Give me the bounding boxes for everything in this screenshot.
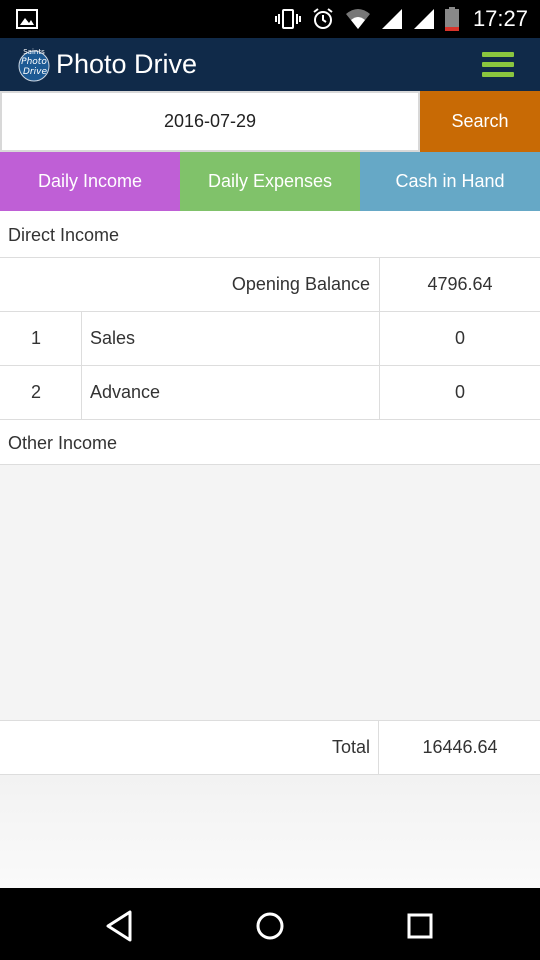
svg-text:Saints: Saints [23,48,45,56]
date-input[interactable] [0,91,420,152]
divider [81,366,82,419]
opening-balance-value: 4796.64 [427,274,493,294]
status-time: 17:27 [472,6,528,31]
row-number: 2 [30,382,41,402]
tab-daily-income[interactable]: Daily Income [0,152,180,211]
row-number: 1 [30,328,41,348]
row-amount: 0 [454,382,465,402]
hamburger-menu-icon[interactable] [482,52,514,77]
svg-text:Drive: Drive [23,67,47,77]
direct-income-heading: Direct Income [8,225,120,245]
vibrate-icon [274,9,301,29]
table-row: 2 Advance 0 [0,366,540,420]
direct-income-section: Direct Income [0,211,540,258]
opening-balance-row: Opening Balance 4796.64 [0,258,540,312]
row-name: Sales [90,328,136,348]
navigation-bar [0,888,540,960]
content-footer [0,775,540,888]
row-amount: 0 [454,328,465,348]
row-name: Advance [90,382,161,402]
battery-icon [444,7,459,31]
total-label: Total [331,737,370,757]
wifi-icon [345,9,370,29]
app-bar: Saints Photo Drive Photo Drive [0,38,540,91]
svg-text:Photo: Photo [21,57,47,67]
total-value: 16446.64 [422,737,498,757]
divider [378,721,379,774]
total-row: Total 16446.64 [0,721,540,775]
search-button[interactable]: Search [420,91,540,152]
table-row: 1 Sales 0 [0,312,540,366]
alarm-icon [313,8,333,29]
status-bar: 17:27 [0,0,540,38]
back-icon[interactable] [100,906,140,946]
other-income-heading: Other Income [8,433,118,453]
other-income-section: Other Income [0,420,540,465]
tab-cash-in-hand[interactable]: Cash in Hand [360,152,540,211]
home-icon[interactable] [250,906,290,946]
search-row: Search [0,91,540,152]
app-title: Photo Drive [56,49,198,79]
gallery-notification-icon [16,9,38,29]
app-logo: Saints Photo Drive [18,48,50,82]
signal-icon [381,9,402,29]
recents-icon[interactable] [400,906,440,946]
other-income-list [0,465,540,721]
signal-2-icon [413,9,434,29]
opening-balance-label: Opening Balance [231,274,370,294]
tab-daily-expenses[interactable]: Daily Expenses [180,152,360,211]
tab-bar: Daily Income Daily Expenses Cash in Hand [0,152,540,211]
divider [81,312,82,365]
